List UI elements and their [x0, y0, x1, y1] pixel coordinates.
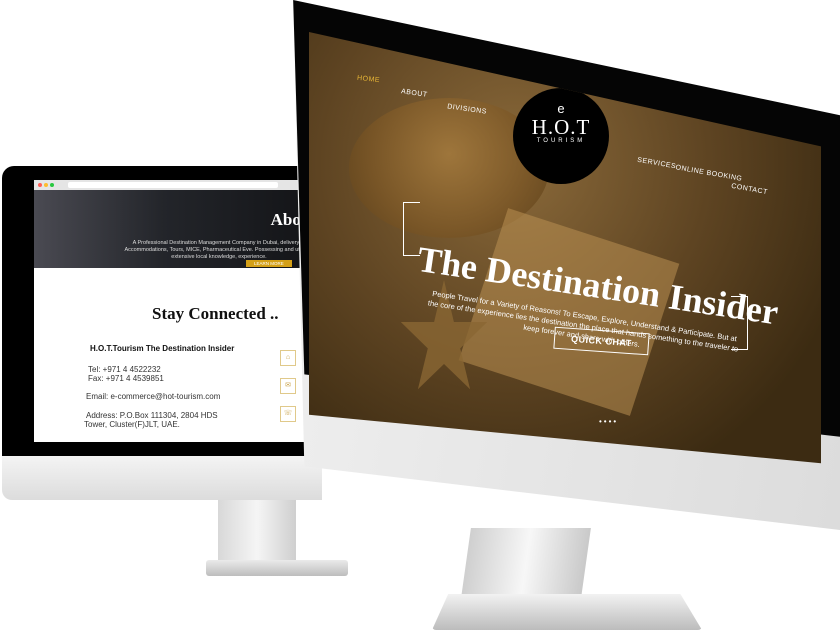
address-line-2: Tower, Cluster(F)JLT, UAE. [84, 420, 180, 429]
minimize-dot-icon[interactable] [44, 183, 48, 187]
address-bar[interactable] [68, 182, 278, 188]
nav-about[interactable]: ABOUT [401, 88, 428, 99]
back-monitor-chin [2, 456, 322, 500]
hot-tourism-logo[interactable]: e H.O.T TOURISM [513, 88, 609, 184]
logo-name: H.O.T [531, 115, 591, 139]
phone-text: Tel: +971 4 4522232 [88, 365, 161, 374]
nav-home[interactable]: HOME [357, 75, 381, 84]
mail-icon: ✉ [280, 378, 296, 394]
fax-text: Fax: +971 4 4539851 [88, 374, 164, 383]
learn-more-button[interactable]: LEARN MORE [246, 260, 292, 267]
back-monitor: About A Professional Destination Managem… [2, 166, 322, 500]
browser-toolbar [34, 180, 322, 190]
close-dot-icon[interactable] [38, 183, 42, 187]
logo-subtitle: TOURISM [536, 138, 586, 144]
phone-icon: ☏ [280, 406, 296, 422]
location-icon: ⌂ [280, 350, 296, 366]
headline-frame-left [403, 202, 420, 256]
nav-contact[interactable]: CONTACT [731, 183, 768, 196]
back-monitor-base [206, 560, 348, 576]
email-link[interactable]: Email: e-commerce@hot-tourism.com [86, 392, 220, 401]
about-section: About A Professional Destination Managem… [34, 190, 322, 268]
maximize-dot-icon[interactable] [50, 183, 54, 187]
front-monitor-base [432, 594, 702, 630]
company-name: H.O.T.Tourism The Destination Insider [90, 344, 235, 353]
address-line-1: Address: P.O.Box 111304, 2804 HDS [86, 411, 218, 420]
back-monitor-screen: About A Professional Destination Managem… [34, 180, 322, 442]
about-text: A Professional Destination Management Co… [124, 240, 314, 260]
nav-online-booking[interactable]: ONLINE BOOKING [675, 164, 743, 183]
logo-mark-icon: e [557, 101, 565, 116]
back-monitor-stand [218, 500, 296, 562]
nav-services[interactable]: SERVICES [637, 157, 677, 171]
slider-dots[interactable]: •••• [599, 417, 618, 426]
stay-connected-heading: Stay Connected .. [152, 304, 279, 323]
front-monitor-stand [461, 528, 591, 598]
